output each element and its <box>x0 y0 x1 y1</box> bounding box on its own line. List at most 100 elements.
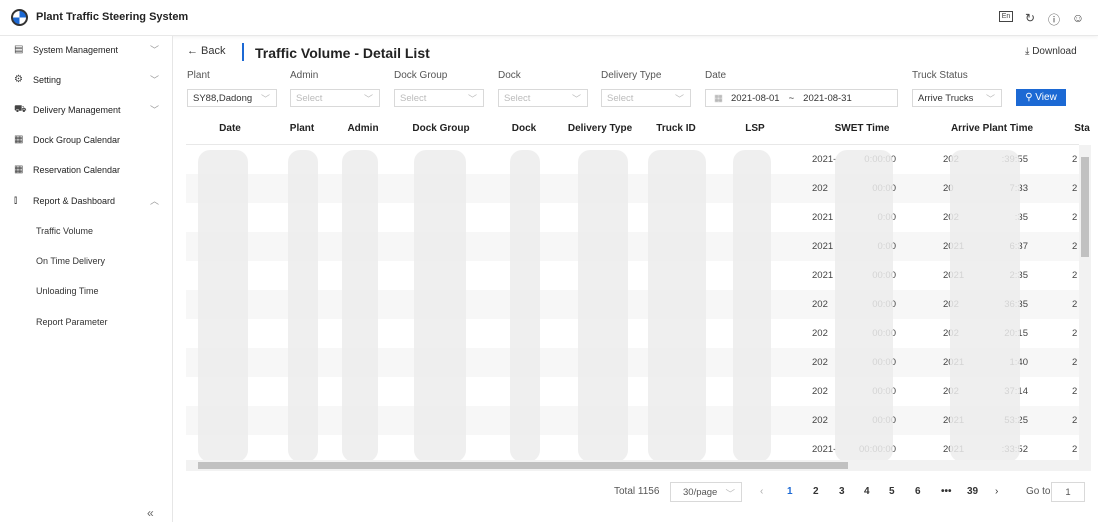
sidebar-item-report-parameter[interactable]: Report Parameter <box>0 308 173 338</box>
language-icon[interactable]: En <box>999 11 1013 22</box>
table-cell: 2 <box>1072 415 1078 426</box>
table-cell: 2 <box>1072 183 1078 194</box>
plant-select[interactable]: SY88,Dadong ﹀ <box>187 89 277 107</box>
table-cell: 202 <box>812 357 828 368</box>
dock-group-select[interactable]: Select ﹀ <box>394 89 484 107</box>
column-header: Sta <box>1074 123 1090 134</box>
column-header: Arrive Plant Time <box>950 123 1034 134</box>
redaction-mask <box>950 150 1020 462</box>
truck-status-select[interactable]: Arrive Trucks ﹀ <box>912 89 1002 107</box>
table-cell: 2021- <box>812 444 837 455</box>
table-cell: 2 <box>1072 357 1078 368</box>
page-title: Traffic Volume - Detail List <box>255 45 430 61</box>
dock-select[interactable]: Select ﹀ <box>498 89 588 107</box>
table-cell: 2021- <box>812 154 837 165</box>
truck-status-label: Truck Status <box>912 70 968 81</box>
table-row[interactable]: 20200:0020236:352 <box>186 290 1079 319</box>
column-header: Admin <box>347 123 379 134</box>
table-row[interactable]: 20200:00207:332 <box>186 174 1079 203</box>
calendar-icon: ▦ <box>14 164 24 175</box>
dock-group-label: Dock Group <box>394 70 448 81</box>
column-header: Truck ID <box>656 123 696 134</box>
chevron-down-icon: ﹀ <box>467 94 477 104</box>
page-size-select[interactable]: 30/page ﹀ <box>670 482 742 502</box>
sidebar-item-on-time-delivery[interactable]: On Time Delivery <box>0 247 173 277</box>
table-cell: 2 <box>1072 241 1078 252</box>
system-icon: ▤ <box>14 44 24 55</box>
table-cell: 2 <box>1072 328 1078 339</box>
table-cell: 2021 <box>812 241 834 252</box>
table-row[interactable]: 20200:0020211:402 <box>186 348 1079 377</box>
redaction-mask <box>510 150 540 462</box>
chevron-down-icon: ﹀ <box>150 45 160 55</box>
dock-label: Dock <box>498 70 521 81</box>
table-cell: 202 <box>812 328 828 339</box>
sidebar-item-traffic-volume[interactable]: Traffic Volume <box>0 217 173 247</box>
search-icon: ⚲ <box>1025 92 1036 103</box>
page-3-button[interactable]: 3 <box>839 486 845 497</box>
admin-select[interactable]: Select ﹀ <box>290 89 380 107</box>
sidebar-item-report-dashboard[interactable]: ⫾ Report & Dashboard ︿ <box>0 187 173 217</box>
chevron-up-icon: ︿ <box>150 196 160 206</box>
goto-page-input[interactable]: 1 <box>1051 482 1085 502</box>
table-row[interactable]: 20200:0020220:152 <box>186 319 1079 348</box>
top-bar: Plant Traffic Steering System En ↻ ⓘ ☺ <box>0 0 1098 36</box>
prev-page-button[interactable]: ‹ <box>760 486 763 497</box>
more-pages-button[interactable]: ••• <box>941 486 952 497</box>
table-cell: 2021 <box>812 212 834 223</box>
scroll-thumb[interactable] <box>1081 157 1089 257</box>
page-5-button[interactable]: 5 <box>889 486 895 497</box>
chevron-down-icon: ﹀ <box>260 94 270 104</box>
goto-label: Go to <box>1026 486 1051 497</box>
table-cell: 202 <box>812 386 828 397</box>
sidebar: ▤ System Management ﹀ ⚙ Setting ﹀ ⛟ Delivery … <box>0 36 173 522</box>
sidebar-item-dock-group-calendar[interactable]: ▦ Dock Group Calendar <box>0 126 173 156</box>
table-cell: 2 <box>1072 444 1078 455</box>
table-row[interactable]: 20210:00202:352 <box>186 203 1079 232</box>
table-cell: 2 <box>1072 386 1078 397</box>
sidebar-item-setting[interactable]: ⚙ Setting ﹀ <box>0 66 173 96</box>
column-header: LSP <box>745 123 765 134</box>
chevron-down-icon: ﹀ <box>674 94 684 104</box>
title-divider <box>242 43 244 61</box>
page-4-button[interactable]: 4 <box>864 486 870 497</box>
sidebar-item-unloading-time[interactable]: Unloading Time <box>0 277 173 307</box>
page-2-button[interactable]: 2 <box>813 486 819 497</box>
chart-icon: ⫾ <box>14 195 18 206</box>
sidebar-item-delivery-management[interactable]: ⛟ Delivery Management ﹀ <box>0 96 173 126</box>
delivery-type-select[interactable]: Select ﹀ <box>601 89 691 107</box>
redaction-mask <box>342 150 378 462</box>
user-icon[interactable]: ☺ <box>1071 11 1085 25</box>
chevron-down-icon: ﹀ <box>725 489 735 500</box>
scroll-thumb[interactable] <box>198 462 848 469</box>
next-page-button[interactable]: › <box>995 486 998 497</box>
table-cell: 202 <box>812 415 828 426</box>
column-header: Delivery Type <box>567 123 633 134</box>
sidebar-item-reservation-calendar[interactable]: ▦ Reservation Calendar <box>0 156 173 186</box>
chevron-down-icon: ﹀ <box>985 94 995 104</box>
view-button[interactable]: ⚲ View <box>1016 89 1066 106</box>
chevron-down-icon: ﹀ <box>363 94 373 104</box>
horizontal-scrollbar[interactable] <box>186 460 1091 471</box>
date-range-picker[interactable]: ▦ 2021-08-01 ~2021-08-31 <box>705 89 898 107</box>
help-icon[interactable]: ⓘ <box>1047 11 1061 28</box>
collapse-sidebar-button[interactable]: « <box>147 506 154 520</box>
page-1-button[interactable]: 1 <box>787 486 793 497</box>
table-row[interactable]: 2021-0:00:00202:39:552 <box>186 145 1079 174</box>
vertical-scrollbar[interactable] <box>1079 145 1091 460</box>
table-row[interactable]: 20210:0020216:372 <box>186 232 1079 261</box>
page-39-button[interactable]: 39 <box>967 486 978 497</box>
table-row[interactable]: 20200:0020237:142 <box>186 377 1079 406</box>
download-button[interactable]: ⤓ Download <box>1025 46 1077 57</box>
refresh-icon[interactable]: ↻ <box>1023 11 1037 25</box>
admin-label: Admin <box>290 70 319 81</box>
page-6-button[interactable]: 6 <box>915 486 921 497</box>
calendar-icon: ▦ <box>714 93 723 104</box>
table-row[interactable]: 202100:0020212:352 <box>186 261 1079 290</box>
table-row[interactable]: 20200:00202153:252 <box>186 406 1079 435</box>
back-button[interactable]: ← Back <box>187 45 226 57</box>
table-cell: 2 <box>1072 299 1078 310</box>
total-count: Total 1156 <box>614 486 660 497</box>
column-header: Date <box>219 123 241 134</box>
sidebar-item-system-management[interactable]: ▤ System Management ﹀ <box>0 36 173 66</box>
